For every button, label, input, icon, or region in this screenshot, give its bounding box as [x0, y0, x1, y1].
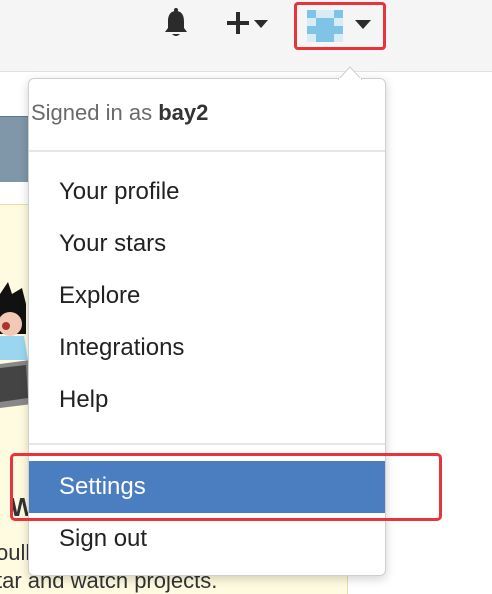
signed-in-as-label: Signed in as bay2 [31, 100, 208, 126]
username: bay2 [158, 100, 209, 125]
top-header [0, 0, 492, 72]
menu-item-your-stars[interactable]: Your stars [29, 218, 385, 270]
chevron-down-icon [355, 20, 371, 29]
menu-item-help[interactable]: Help [29, 374, 385, 426]
menu-item-your-profile[interactable]: Your profile [29, 166, 385, 218]
menu-divider [29, 150, 385, 152]
bell-icon [165, 8, 187, 36]
menu-divider [29, 443, 385, 445]
background-banner [0, 116, 30, 182]
dropdown-pointer [338, 66, 362, 80]
signed-in-prefix: Signed in as [31, 100, 153, 125]
avatar [307, 10, 343, 42]
user-menu-button[interactable] [294, 2, 386, 50]
plus-icon [227, 12, 268, 34]
menu-item-integrations[interactable]: Integrations [29, 322, 385, 374]
menu-item-explore[interactable]: Explore [29, 270, 385, 322]
create-new-button[interactable] [222, 6, 276, 40]
chevron-down-icon [254, 20, 268, 28]
settings-highlight-annotation [10, 453, 442, 521]
background-text-line: oull [0, 540, 31, 565]
notifications-button[interactable] [160, 6, 192, 40]
